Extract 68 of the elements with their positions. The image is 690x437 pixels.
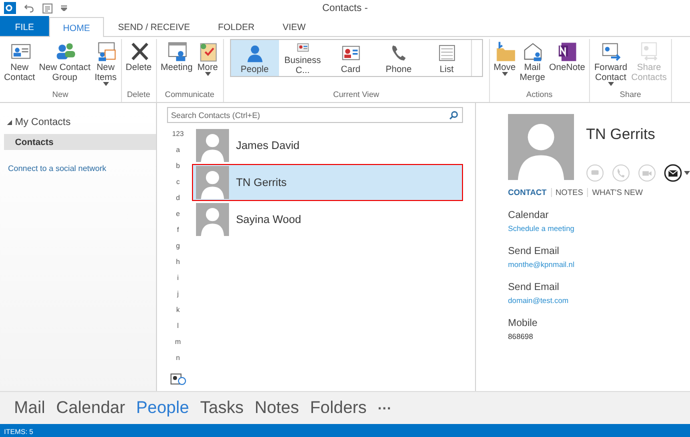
field-label: Send Email <box>508 282 560 293</box>
view-option[interactable]: People <box>230 40 279 76</box>
ribbon-button[interactable]: New Contact <box>2 39 38 90</box>
group-label: Actions <box>526 90 553 99</box>
ribbon-button[interactable]: More <box>194 39 221 90</box>
ribbon-button[interactable]: Move <box>492 39 518 90</box>
group-label: Delete <box>127 90 150 99</box>
person-icon <box>244 42 265 62</box>
contact-name: TN Gerrits <box>236 176 287 188</box>
window-title: Contacts - <box>322 3 368 14</box>
ribbon-button[interactable]: Meeting <box>158 39 195 90</box>
contact-name: James David <box>236 140 300 152</box>
folder-item[interactable]: Contacts <box>4 134 156 150</box>
email-icon[interactable] <box>664 164 682 182</box>
search-field[interactable]: Search Contacts (Ctrl+E) <box>166 107 463 123</box>
contact-row[interactable]: Sayina Wood <box>192 201 463 238</box>
avatar-icon <box>196 166 229 199</box>
contact-name: TN Gerrits <box>586 126 656 143</box>
detail-tab[interactable]: CONTACT <box>508 188 551 197</box>
ribbon-button[interactable]: Delete <box>124 39 154 90</box>
contact-row[interactable]: James David <box>192 127 463 164</box>
undo-icon[interactable] <box>24 3 34 13</box>
notebook-icon <box>556 40 578 62</box>
view-option[interactable]: List <box>422 40 471 76</box>
avatar-icon <box>508 114 574 180</box>
ribbon-button[interactable]: Mail Merge <box>518 39 548 90</box>
ribbon-tab[interactable]: FOLDER <box>204 17 269 36</box>
nav-item[interactable]: Notes <box>254 398 299 418</box>
ribbon-button[interactable]: New Items <box>92 39 119 90</box>
field-label: Send Email <box>508 246 560 257</box>
detail-tab[interactable]: NOTES <box>550 188 588 197</box>
nav-item[interactable]: Calendar <box>56 398 126 418</box>
view-option[interactable]: Phone <box>374 40 423 76</box>
meeting-icon <box>166 40 188 62</box>
ribbon-tab[interactable]: SEND / RECEIVE <box>104 17 204 36</box>
social-network-link[interactable]: Connect to a social network <box>8 164 156 173</box>
avatar-icon <box>196 129 229 162</box>
more-button[interactable]: ··· <box>378 400 392 416</box>
ribbon-button[interactable]: Forward Contact <box>592 39 630 90</box>
field-label: Mobile <box>508 318 538 329</box>
expand-arrow-icon[interactable] <box>7 120 12 125</box>
ribbon-button[interactable]: OneNote <box>547 39 588 90</box>
contact-name: Sayina Wood <box>236 214 302 226</box>
field-label: Calendar <box>508 210 550 221</box>
customize-menu-icon[interactable] <box>61 5 67 11</box>
avatar-icon <box>196 203 229 236</box>
view-option[interactable]: Card <box>326 40 375 76</box>
view-option[interactable]: Business C... <box>278 40 327 76</box>
outlook-logo-icon[interactable] <box>4 2 16 14</box>
tree-item[interactable]: My Contacts <box>15 117 71 128</box>
caret-icon <box>684 171 690 175</box>
ribbon-button[interactable]: New Contact Group <box>37 39 93 90</box>
nav-item[interactable]: Mail <box>14 398 46 418</box>
nav-item[interactable]: Folders <box>310 398 367 418</box>
contact-row[interactable]: TN Gerrits <box>192 164 463 201</box>
forward-contact-icon <box>600 40 622 62</box>
group-label: Share <box>620 90 642 99</box>
list-icon <box>436 42 457 62</box>
group-label: Current View <box>333 90 380 99</box>
ribbon-tab[interactable]: FILE <box>0 16 50 36</box>
nav-item[interactable]: Tasks <box>200 398 244 418</box>
detail-tab[interactable]: WHAT'S NEW <box>587 188 647 197</box>
ribbon-tab[interactable]: VIEW <box>268 17 320 36</box>
ribbon-tab[interactable]: HOME <box>49 17 104 37</box>
nav-item[interactable]: People <box>136 398 190 418</box>
search-icon[interactable] <box>449 110 458 120</box>
group-label: Communicate <box>164 90 214 99</box>
group-label: New <box>52 90 68 99</box>
